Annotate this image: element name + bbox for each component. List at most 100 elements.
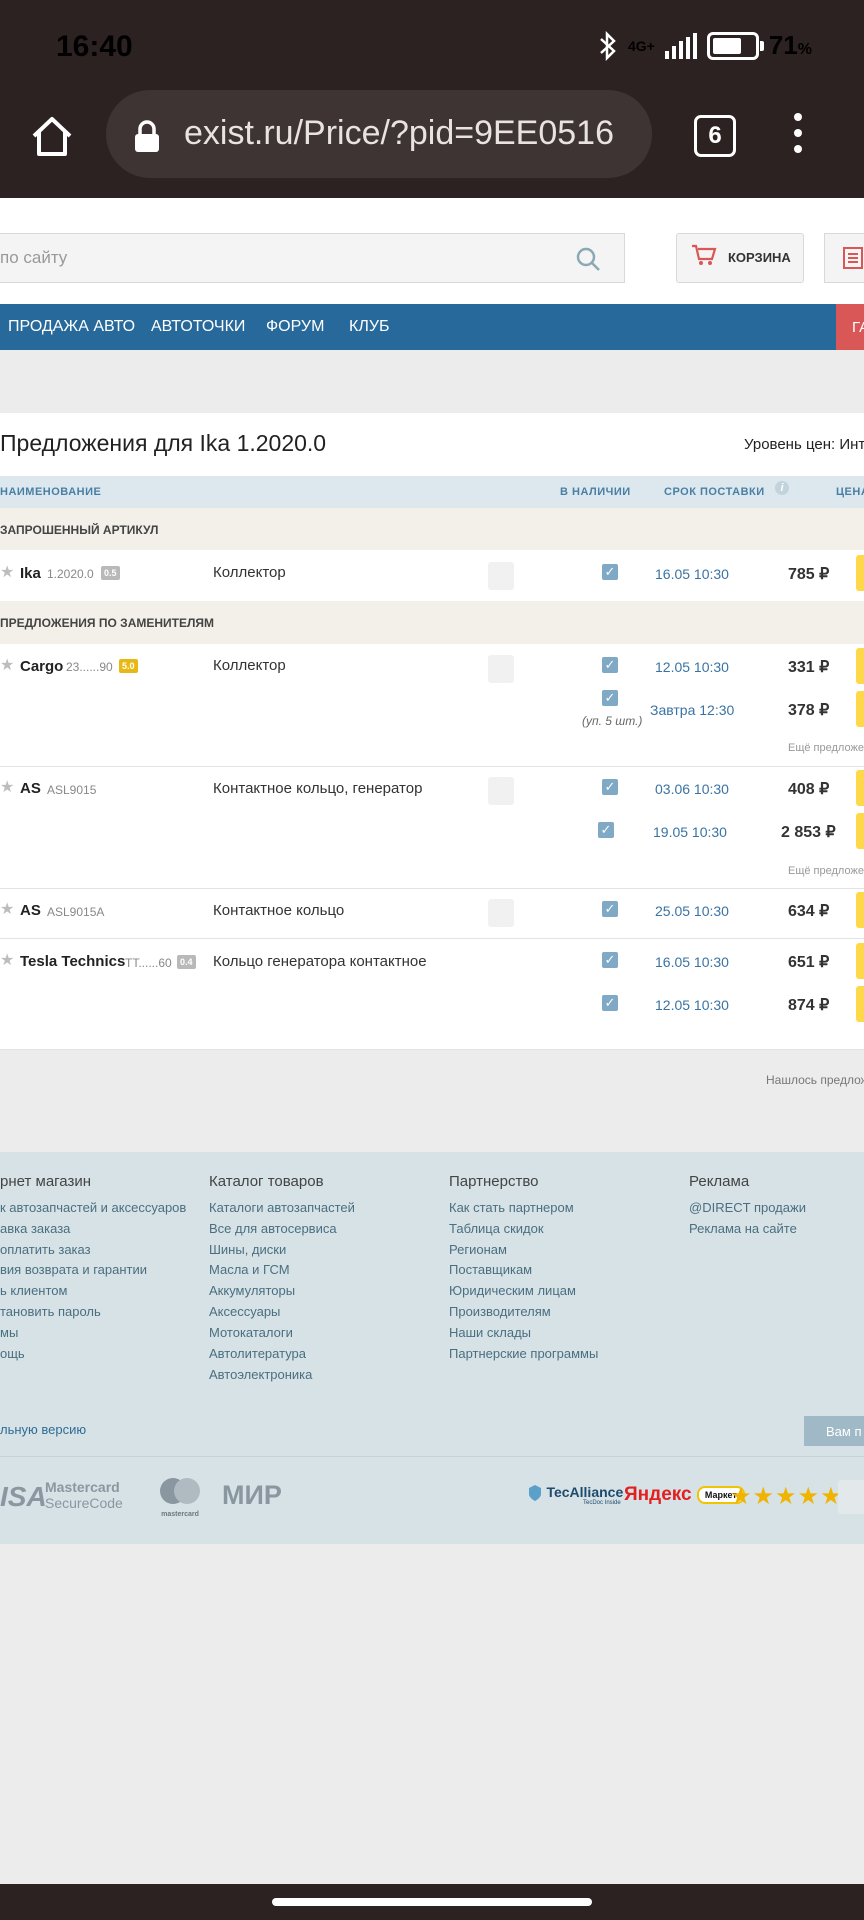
brand-name[interactable]: AS [20,902,41,919]
tecalliance-logo: TecAlliance TecDoc Inside [528,1484,623,1506]
footer-link[interactable]: вия возврата и гарантии [0,1262,147,1277]
article-number[interactable]: 1.2020.0 [47,567,94,581]
favorite-star-icon[interactable]: ★ [0,562,14,582]
footer-link[interactable]: Наши склады [449,1325,531,1340]
feedback-button[interactable]: Вам п [804,1416,864,1446]
info-icon[interactable]: i [775,481,789,495]
column-header-delivery[interactable]: СРОК ПОСТАВКИ [664,486,765,498]
home-icon[interactable] [30,114,74,158]
home-gesture-handle[interactable] [272,1898,592,1906]
search-input[interactable] [0,233,625,283]
footer-link[interactable]: мы [0,1325,18,1340]
yandex-market-logo: Яндекс Маркет [624,1484,745,1506]
list-icon [843,247,863,269]
favorite-star-icon[interactable]: ★ [0,655,14,675]
nav-item-garage[interactable]: ГА [836,304,864,350]
tab-switcher-button[interactable]: 6 [694,115,736,157]
nav-item-auto-sale[interactable]: ПРОДАЖА АВТО [8,318,135,336]
column-header-stock[interactable]: В НАЛИЧИИ [560,486,631,498]
footer-link[interactable]: Все для автосервиса [209,1221,337,1236]
battery-percent: 71% [768,30,812,60]
footer-link[interactable]: к автозапчастей и аксессуаров [0,1200,186,1215]
delivery-date: 12.05 10:30 [655,659,729,675]
footer-link[interactable]: оплатить заказ [0,1242,91,1257]
footer-link[interactable]: Автолитература [209,1346,306,1361]
row-divider [0,766,864,767]
footer-link[interactable]: @DIRECT продажи [689,1200,806,1215]
nav-item-autopoints[interactable]: АВТОТОЧКИ [151,318,245,336]
nav-item-club[interactable]: КЛУБ [349,318,389,336]
footer-link[interactable]: Как стать партнером [449,1200,574,1215]
cart-icon [692,244,717,265]
buy-button[interactable] [856,986,864,1022]
photo-icon[interactable] [488,655,514,683]
rating-badge: 5.0 [119,659,138,673]
more-offers-link[interactable]: Ещё предложе [788,865,864,877]
buy-button[interactable] [856,770,864,806]
footer-link[interactable]: Юридическим лицам [449,1283,576,1298]
column-header-price[interactable]: ЦЕНА [836,486,864,498]
package-note: (уп. 5 шт.) [582,714,643,728]
nav-item-forum[interactable]: ФОРУМ [266,318,324,336]
delivery-date: 25.05 10:30 [655,903,729,919]
footer-link[interactable]: авка заказа [0,1221,70,1236]
buy-button[interactable] [856,813,864,849]
footer-link[interactable]: Регионам [449,1242,507,1257]
footer-link[interactable]: ь клиентом [0,1283,67,1298]
footer-link[interactable]: Автоэлектроника [209,1367,312,1382]
more-offers-link[interactable]: Ещё предложе [788,742,864,754]
favorite-star-icon[interactable]: ★ [0,899,14,919]
footer-link[interactable]: тановить пароль [0,1304,101,1319]
brand-name[interactable]: Cargo [20,658,63,675]
photo-icon[interactable] [488,562,514,590]
photo-icon[interactable] [488,899,514,927]
full-version-link[interactable]: льную версию [0,1422,86,1437]
article-number[interactable]: 23......90 [66,660,113,674]
article-number[interactable]: TT......60 [125,956,172,970]
footer-column-title: Реклама [689,1173,750,1190]
footer-column-title: рнет магазин [0,1173,92,1190]
in-stock-check-icon: ✓ [602,564,618,580]
footer-link[interactable]: Поставщикам [449,1262,532,1277]
article-number[interactable]: ASL9015 [47,783,96,797]
footer-link[interactable]: Производителям [449,1304,551,1319]
footer-link[interactable]: Реклама на сайте [689,1221,797,1236]
url-text[interactable]: exist.ru/Price/?pid=9EE0516 [184,114,614,153]
footer-column-title: Каталог товаров [209,1173,324,1190]
brand-name[interactable]: Tesla Technics [20,953,125,970]
footer-link[interactable]: Каталоги автозапчастей [209,1200,355,1215]
partner-logo [838,1480,864,1514]
favorite-star-icon[interactable]: ★ [0,950,14,970]
photo-icon[interactable] [488,777,514,805]
footer-link[interactable]: Аккумуляторы [209,1283,295,1298]
footer-link[interactable]: Партнерские программы [449,1346,598,1361]
product-name: Контактное кольцо, генератор [213,780,423,797]
footer-link[interactable]: ощь [0,1346,25,1361]
column-header-name[interactable]: НАИМЕНОВАНИЕ [0,486,101,498]
buy-button[interactable] [856,892,864,928]
buy-button[interactable] [856,943,864,979]
price-value: 634 ₽ [788,903,830,920]
buy-button[interactable] [856,648,864,684]
visa-logo: ISA [0,1481,47,1512]
browser-menu-button[interactable] [794,113,806,161]
footer-link[interactable]: Таблица скидок [449,1221,544,1236]
brand-name[interactable]: Ika [20,565,41,582]
footer-link[interactable]: Аксессуары [209,1304,280,1319]
footer-link[interactable]: Масла и ГСМ [209,1262,290,1277]
signal-icon [664,32,697,59]
delivery-date: Завтра 12:30 [650,702,735,718]
cart-label: КОРЗИНА [728,250,791,265]
footer-link[interactable]: Мотокаталоги [209,1325,293,1340]
footer-link[interactable]: Шины, диски [209,1242,286,1257]
orders-button[interactable] [824,233,864,283]
price-value: 378 ₽ [788,702,830,719]
buy-button[interactable] [856,555,864,591]
favorite-star-icon[interactable]: ★ [0,777,14,797]
article-number[interactable]: ASL9015A [47,905,104,919]
brand-name[interactable]: AS [20,780,41,797]
search-icon[interactable] [576,247,600,271]
in-stock-check-icon: ✓ [598,822,614,838]
price-level-select[interactable]: Уровень цен: Инте [744,436,864,453]
buy-button[interactable] [856,691,864,727]
